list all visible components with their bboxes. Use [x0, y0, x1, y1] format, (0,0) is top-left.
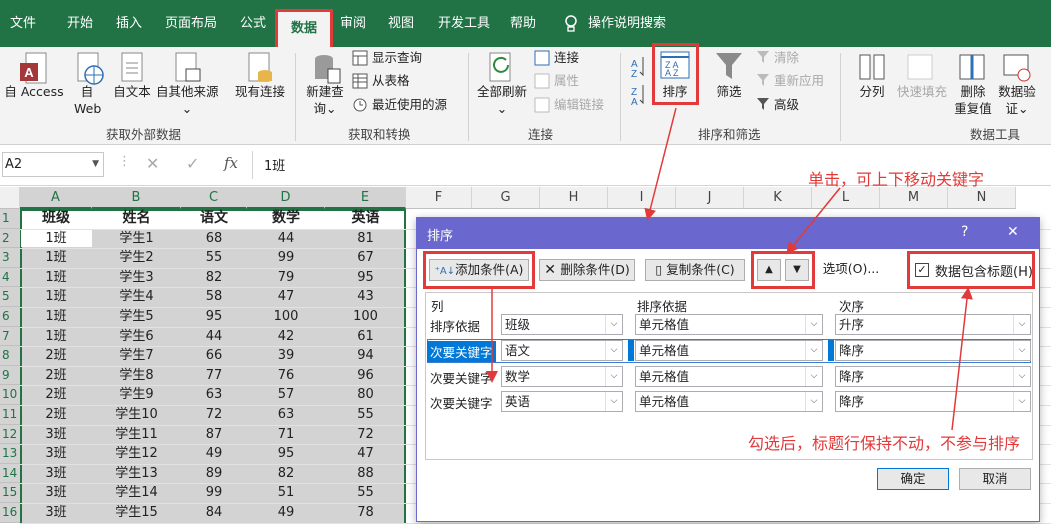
annotation-headers: 勾选后，标题行保持不动，不参与排序 [748, 434, 1021, 453]
annotation-move-keys: 单击，可上下移动关键字 [808, 170, 985, 189]
arrow-sort-to-dialog [644, 107, 677, 221]
arrow-move-keys [786, 187, 841, 255]
arrow-headers [951, 287, 973, 431]
